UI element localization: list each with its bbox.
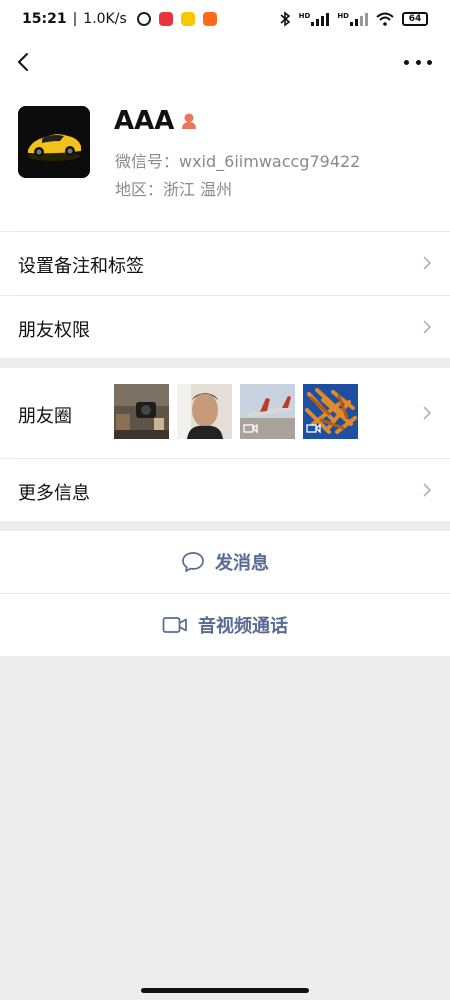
video-food-icon — [303, 384, 358, 439]
row-more-info[interactable]: 更多信息 — [0, 459, 450, 521]
status-separator: | — [72, 11, 78, 27]
music-app-icon — [158, 12, 173, 26]
more-dot-icon — [404, 59, 409, 65]
signal-bars-icon — [311, 12, 330, 26]
contact-profile-screen: 15:21 | 1.0K/s HD HD 64 AAA 微信号：wxid_6ii… — [0, 0, 450, 1000]
name-row: AAA — [114, 106, 198, 136]
profile-header: AAA 微信号：wxid_6iimwaccg79422 地区：浙江 温州 — [0, 84, 450, 231]
chat-bubble-icon — [182, 552, 204, 572]
moments-video-3[interactable] — [240, 384, 295, 439]
video-call-label: 音视频通话 — [198, 616, 288, 637]
more-button[interactable] — [404, 52, 432, 72]
more-dot-icon — [415, 59, 421, 65]
moments-thumbnails — [114, 384, 358, 439]
more-dot-icon — [427, 59, 432, 65]
chevron-right-icon — [423, 483, 432, 497]
nav-bar — [0, 42, 450, 84]
video-camera-icon — [162, 617, 187, 633]
back-arrow-icon — [18, 53, 28, 71]
wechat-id: 微信号：wxid_6iimwaccg79422 — [115, 152, 361, 171]
gender-icon — [182, 113, 197, 129]
row-friend-permission[interactable]: 朋友权限 — [0, 296, 450, 358]
avatar[interactable] — [18, 106, 90, 178]
moments-video-4[interactable] — [303, 384, 358, 439]
video-airplane-icon — [240, 384, 295, 439]
meituan-app-icon — [180, 12, 195, 26]
signal-1: HD — [299, 12, 330, 26]
status-speed: 1.0K/s — [83, 11, 127, 27]
status-bar: 15:21 | 1.0K/s HD HD 64 — [0, 0, 450, 42]
home-indicator[interactable] — [141, 988, 309, 993]
row-label-set-remark: 设置备注和标签 — [18, 256, 144, 277]
moments-photo-2[interactable] — [177, 384, 232, 439]
back-button[interactable] — [12, 48, 36, 76]
status-time: 15:21 — [22, 11, 67, 27]
battery-icon: 64 — [402, 12, 428, 26]
status-left: 15:21 | 1.0K/s — [22, 11, 217, 27]
row-label-moments: 朋友圈 — [18, 406, 72, 427]
row-label-more-info: 更多信息 — [18, 483, 90, 504]
signal-bars-icon — [350, 12, 368, 26]
moments-photo-1[interactable] — [114, 384, 169, 439]
video-call-button[interactable]: 音视频通话 — [0, 594, 450, 656]
region: 地区：浙江 温州 — [115, 180, 233, 199]
status-right: HD HD 64 — [279, 11, 428, 27]
chevron-right-icon — [423, 256, 432, 270]
bluetooth-icon — [280, 11, 290, 27]
chevron-right-icon — [423, 406, 432, 420]
wifi-icon — [376, 12, 394, 26]
contact-name: AAA — [114, 106, 175, 136]
row-label-friend-permission: 朋友权限 — [18, 320, 90, 341]
row-set-remark[interactable]: 设置备注和标签 — [0, 232, 450, 295]
send-message-button[interactable]: 发消息 — [0, 531, 450, 593]
row-moments[interactable]: 朋友圈 — [0, 368, 450, 458]
alarm-icon — [136, 12, 151, 26]
photo-portrait-icon — [177, 384, 232, 439]
chevron-right-icon — [423, 320, 432, 334]
signal-2: HD — [337, 12, 368, 26]
send-message-label: 发消息 — [215, 553, 269, 574]
photo-table-icon — [114, 384, 169, 439]
xiaomi-app-icon — [202, 12, 217, 26]
sports-car-avatar-icon — [18, 106, 90, 178]
